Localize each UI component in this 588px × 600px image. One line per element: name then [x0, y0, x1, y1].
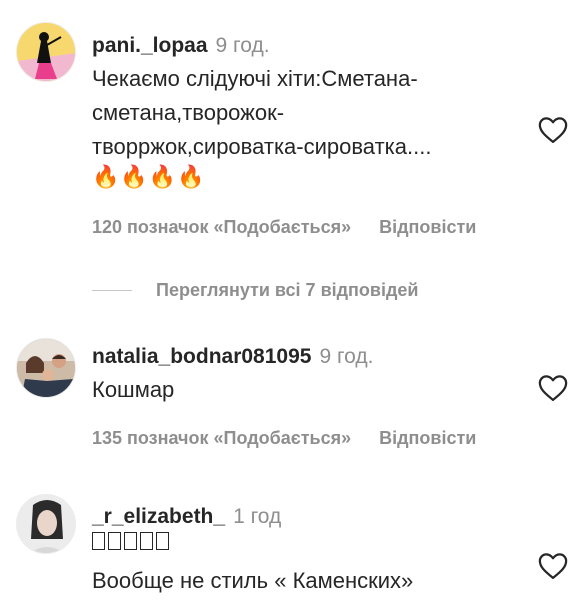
comment-time: 9 год.	[319, 345, 374, 368]
comment-meta: 135 позначок «Подобається» Відповісти	[92, 428, 476, 449]
avatar-natalia-bodnar[interactable]	[16, 338, 76, 398]
missing-glyph-box	[140, 532, 153, 550]
like-count[interactable]: 120 позначок «Подобається»	[92, 217, 351, 237]
comment-username[interactable]: _r_elizabeth_ 1 год	[92, 505, 281, 529]
comment-text: Кошмар	[92, 373, 174, 407]
comment-line: Вообще не стиль « Каменских»	[92, 568, 414, 593]
like-count[interactable]: 135 позначок «Подобається»	[92, 428, 351, 448]
reply-button[interactable]: Відповісти	[379, 217, 476, 237]
missing-glyph-box	[108, 532, 121, 550]
heart-outline-icon[interactable]	[538, 552, 570, 582]
view-replies[interactable]: Переглянути всі 7 відповідей	[92, 280, 419, 301]
comment-text: Вообще не стиль « Каменских»	[92, 564, 413, 598]
divider-line	[92, 290, 132, 291]
comment-username[interactable]: pani._lopaa 9 год.	[92, 34, 270, 58]
avatar-r-elizabeth[interactable]	[16, 494, 76, 554]
comment-line: сметана,творожок-	[92, 100, 285, 125]
comment-time: 9 год.	[215, 34, 270, 57]
comment-username[interactable]: natalia_bodnar081095 9 год.	[92, 345, 373, 369]
avatar-illustration	[17, 23, 75, 81]
avatar-pani-lopaa[interactable]	[16, 22, 76, 82]
username-text[interactable]: natalia_bodnar081095	[92, 345, 311, 368]
missing-glyph-boxes	[92, 532, 169, 550]
heart-outline-icon[interactable]	[538, 374, 570, 404]
heart-outline-icon[interactable]	[538, 116, 570, 146]
missing-glyph-box	[92, 532, 105, 550]
comment-time: 1 год	[233, 505, 282, 528]
missing-glyph-box	[124, 532, 137, 550]
avatar-photo	[17, 339, 75, 397]
avatar-photo	[17, 495, 75, 553]
reply-button[interactable]: Відповісти	[379, 428, 476, 448]
missing-glyph-box	[156, 532, 169, 550]
comment-text: Чекаємо слідуючі хіти:Сметана- сметана,т…	[92, 62, 431, 164]
fire-emojis: 🔥🔥🔥🔥	[92, 164, 206, 189]
username-text[interactable]: pani._lopaa	[92, 34, 208, 57]
comment-line: Кошмар	[92, 377, 175, 402]
view-replies-label[interactable]: Переглянути всі 7 відповідей	[156, 280, 419, 301]
comment-meta: 120 позначок «Подобається» Відповісти	[92, 217, 476, 238]
comment-line: Чекаємо слідуючі хіти:Сметана-	[92, 66, 418, 91]
comment-line: творржок,сироватка-сироватка....	[92, 134, 432, 159]
username-text[interactable]: _r_elizabeth_	[92, 505, 225, 528]
